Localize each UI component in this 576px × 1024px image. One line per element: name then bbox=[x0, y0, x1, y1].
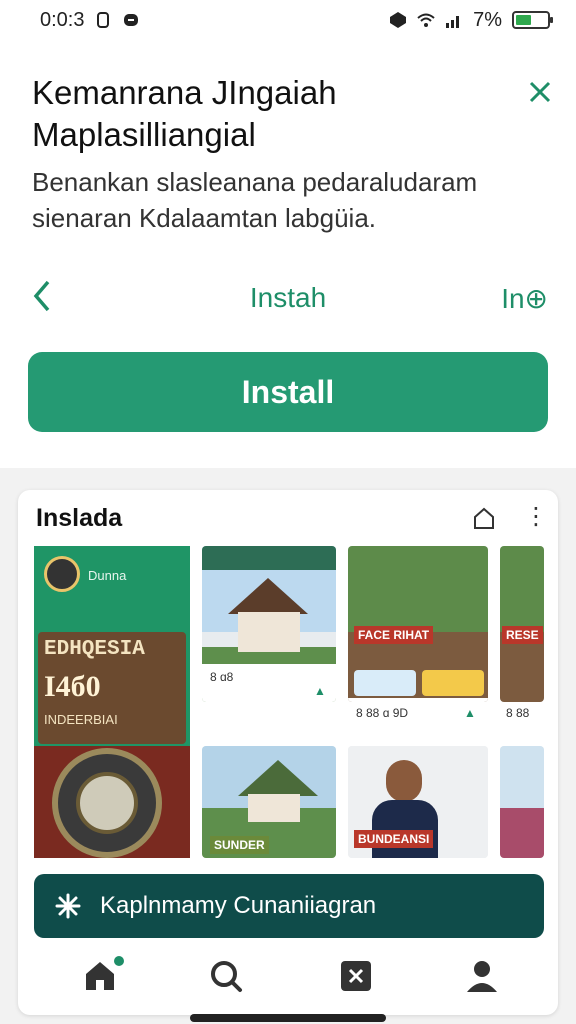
tile-label: RESE bbox=[502, 626, 543, 644]
hero-logo bbox=[44, 556, 80, 592]
instah-link[interactable]: Instah bbox=[0, 282, 576, 314]
more-icon[interactable]: ⋮ bbox=[524, 502, 548, 532]
tile-badge: ▲ bbox=[314, 684, 326, 698]
hero-line1: EDHQESIA bbox=[44, 638, 145, 661]
tile-sky bbox=[500, 746, 544, 808]
notification-icon bbox=[97, 12, 110, 28]
message-icon bbox=[124, 14, 139, 26]
tile-chip-2 bbox=[422, 670, 484, 696]
tile-info: 8 ɑ8 bbox=[210, 670, 234, 684]
system-home-indicator[interactable] bbox=[190, 1014, 386, 1022]
tile-wall bbox=[238, 612, 300, 652]
bottom-nav bbox=[18, 946, 558, 1015]
person-icon[interactable] bbox=[462, 956, 502, 996]
promo-banner-text: Kaplnmamy Cunaniiagran bbox=[100, 892, 377, 919]
tile-roof bbox=[238, 760, 318, 796]
hero-line2: I4б0 bbox=[44, 670, 101, 703]
sparkle-icon bbox=[55, 893, 81, 919]
battery-level bbox=[516, 15, 531, 25]
tile-trees bbox=[348, 546, 488, 632]
tile-suit bbox=[372, 800, 438, 858]
signal-icon bbox=[446, 16, 460, 28]
search-icon[interactable] bbox=[206, 956, 246, 996]
gear-dial bbox=[76, 772, 138, 834]
sheet-nav-row: Instah In⊕ bbox=[0, 272, 576, 322]
tile-partial-1[interactable]: RESE bbox=[500, 546, 544, 702]
sheet-description: Benankan slasleanana pedaraludaram siena… bbox=[32, 167, 478, 233]
card-title: Inslada bbox=[36, 504, 123, 532]
hero-line3: INDEERBIAI bbox=[44, 712, 118, 727]
tile-people-1[interactable]: FACE RIHAT bbox=[348, 546, 488, 702]
gallery-card: Inslada ⋮ Dunna EDHQESIA I4б0 INDEERBIAI… bbox=[18, 490, 558, 1015]
right-link[interactable]: In⊕ bbox=[501, 282, 548, 315]
tile-house-1[interactable]: 8 ɑ8 ▲ bbox=[202, 546, 336, 702]
tile-house-2[interactable]: SUNDER bbox=[202, 746, 336, 858]
install-button[interactable]: Install bbox=[28, 352, 548, 432]
tile-face bbox=[386, 760, 422, 802]
tile-partial-2[interactable] bbox=[500, 746, 544, 858]
promo-banner[interactable]: Kaplnmamy Cunaniiagran bbox=[34, 874, 544, 938]
sheet-title-line1: Kemanrana JIngaiah bbox=[32, 74, 337, 111]
close-box-icon[interactable] bbox=[336, 956, 376, 996]
tile-label: SUNDER bbox=[210, 836, 269, 854]
battery-percent: 7% bbox=[473, 8, 502, 31]
status-time: 0:0:3 bbox=[40, 8, 85, 31]
tile-trees bbox=[500, 546, 544, 632]
tile-info-3: 8 88 bbox=[506, 706, 530, 720]
tile-info-2: 8 88 ɑ 9D bbox=[356, 706, 409, 720]
tile-person-portrait[interactable]: BUNDEANSI bbox=[348, 746, 488, 858]
battery-icon bbox=[512, 11, 553, 29]
sheet-title-line2: Maplasilliangial bbox=[32, 116, 256, 153]
tile-label: BUNDEANSI bbox=[354, 830, 434, 848]
close-button[interactable] bbox=[520, 72, 560, 112]
home-active-dot bbox=[114, 956, 124, 966]
status-bar: 0:0:3 7% bbox=[0, 0, 576, 40]
hero-tile[interactable]: Dunna EDHQESIA I4б0 INDEERBIAI bbox=[34, 546, 190, 858]
tile-roof bbox=[228, 578, 308, 614]
wifi-icon bbox=[417, 13, 435, 27]
tile-flowers bbox=[500, 807, 544, 858]
install-sheet: Kemanrana JIngaiah Maplasilliangial Bena… bbox=[0, 40, 576, 468]
close-icon bbox=[529, 81, 551, 103]
tile-label: FACE RIHAT bbox=[354, 626, 434, 644]
vpn-icon bbox=[390, 12, 407, 28]
home-outline-icon[interactable] bbox=[470, 504, 498, 532]
tile-banner bbox=[202, 546, 336, 570]
hero-small-text: Dunna bbox=[88, 568, 127, 583]
tile-wall bbox=[248, 794, 300, 822]
tile-chip-1 bbox=[354, 670, 416, 696]
sheet-title: Kemanrana JIngaiah Maplasilliangial bbox=[32, 72, 502, 156]
tile-badge-2: ▲ bbox=[464, 706, 476, 720]
tile-divider bbox=[348, 698, 488, 702]
